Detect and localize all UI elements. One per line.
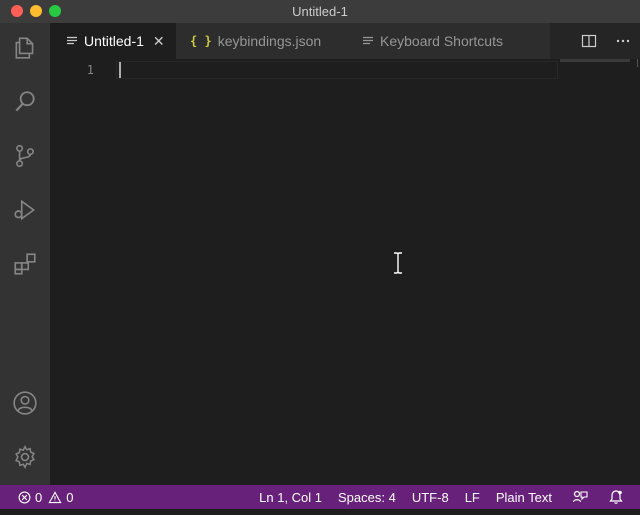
source-control-icon [16,144,34,168]
files-icon [15,37,34,59]
line-number: 1 [86,63,94,77]
run-debug-icon [14,199,36,221]
search-icon [15,91,35,112]
scrollbar[interactable] [637,59,638,67]
account-icon [13,391,37,415]
json-braces-icon: { } [190,34,212,48]
run-debug-button[interactable] [0,187,50,233]
activity-bar [0,23,50,485]
encoding[interactable]: UTF-8 [406,485,455,509]
lines-icon [362,35,374,47]
window-controls [11,5,61,17]
notifications-button[interactable] [602,485,634,509]
ellipsis-icon [616,39,630,43]
close-tab-icon[interactable]: ✕ [153,33,165,50]
minimize-window-button[interactable] [30,5,42,17]
tab-keybindings-json[interactable]: { } keybindings.json [176,23,362,59]
split-editor-icon [581,34,597,48]
cursor-position[interactable]: Ln 1, Col 1 [253,485,328,509]
warning-icon [48,490,62,503]
title-bar: Untitled-1 [0,0,640,23]
tab-keyboard-shortcuts[interactable]: Keyboard Shortcuts [348,23,550,59]
split-editor-button[interactable] [572,23,606,59]
language-mode[interactable]: Plain Text [490,485,558,509]
maximize-window-button[interactable] [49,5,61,17]
more-actions-button[interactable] [606,23,640,59]
tab-label: keybindings.json [217,33,322,49]
window-title: Untitled-1 [292,4,348,19]
gear-icon [15,445,35,469]
text-caret [119,62,121,78]
current-line-highlight [116,61,558,79]
explorer-button[interactable] [0,25,50,71]
error-icon [18,491,31,503]
accounts-button[interactable] [0,380,50,426]
feedback-icon [572,490,588,503]
warning-count: 0 [66,489,74,505]
text-editor[interactable]: 1 [50,59,640,485]
search-button[interactable] [0,79,50,125]
end-of-line[interactable]: LF [459,485,486,509]
extensions-button[interactable] [0,241,50,287]
status-bar: 0 0 Ln 1, Col 1 Spaces: 4 UTF-8 LF Plain… [0,485,640,509]
extensions-icon [14,253,36,275]
tab-actions [572,23,640,59]
error-count: 0 [35,489,43,505]
lines-icon [66,35,78,47]
problems-indicator[interactable]: 0 0 [12,485,79,509]
bell-icon [609,490,623,504]
tab-untitled-1[interactable]: Untitled-1 ✕ [50,23,192,59]
source-control-button[interactable] [0,133,50,179]
feedback-button[interactable] [566,485,598,509]
manage-button[interactable] [0,434,50,480]
window-bottom-edge [0,509,640,515]
tab-label: Untitled-1 [84,33,144,49]
close-window-button[interactable] [11,5,23,17]
minimap-slider[interactable] [560,59,630,62]
ibeam-cursor-icon [392,252,404,279]
tab-label: Keyboard Shortcuts [380,33,503,49]
editor-tabs: Untitled-1 ✕ { } keybindings.json Keyboa… [50,23,640,59]
indentation[interactable]: Spaces: 4 [332,485,402,509]
